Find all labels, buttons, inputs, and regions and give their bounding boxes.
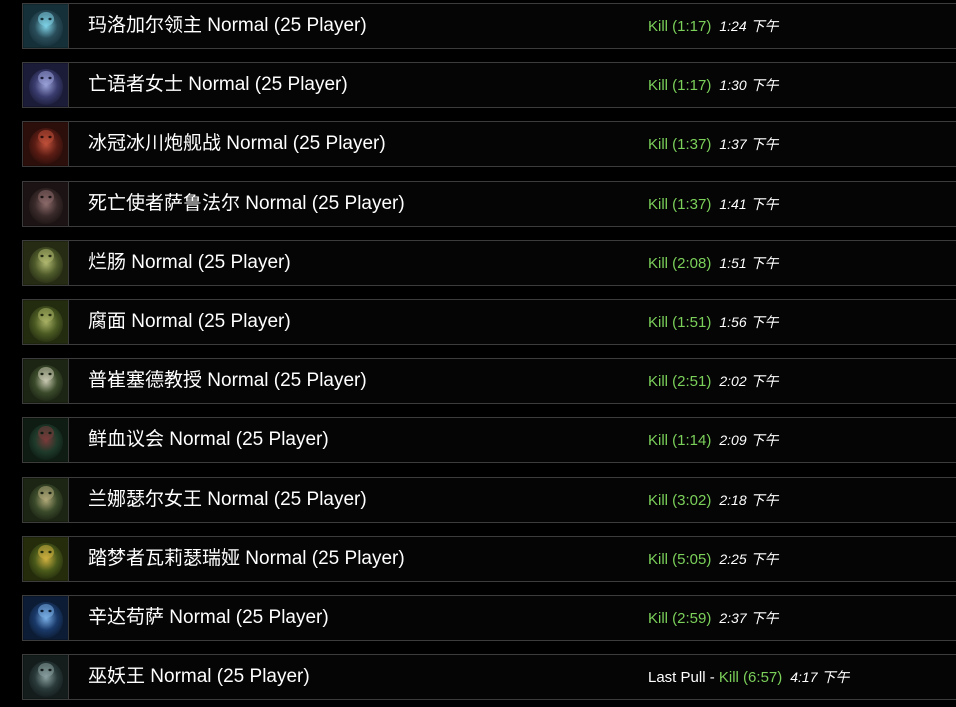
encounter-row[interactable]: 烂肠 Normal (25 Player) Kill (2:08) 1:51 下午: [22, 240, 956, 286]
kill-result: Kill (1:17): [648, 77, 712, 94]
encounter-status: Kill (1:37) 1:37 下午: [648, 122, 779, 166]
kill-timestamp: 2:18 下午: [719, 492, 779, 508]
encounter-status: Kill (3:02) 2:18 下午: [648, 478, 779, 522]
encounter-row[interactable]: 踏梦者瓦莉瑟瑞娅 Normal (25 Player) Kill (5:05) 2:…: [22, 536, 956, 582]
encounter-row[interactable]: 兰娜瑟尔女王 Normal (25 Player) Kill (3:02) 2:18…: [22, 477, 956, 523]
encounter-name[interactable]: 鲜血议会 Normal (25 Player): [88, 418, 329, 462]
encounter-status: Kill (1:17) 1:24 下午: [648, 4, 779, 48]
last-pull-label: Last Pull: [648, 669, 706, 686]
kill-result: Kill (1:51): [648, 314, 712, 331]
kill-result: Kill (1:17): [648, 18, 712, 35]
encounter-name[interactable]: 冰冠冰川炮舰战 Normal (25 Player): [88, 122, 386, 166]
kill-result: Kill (2:51): [648, 373, 712, 390]
encounter-name[interactable]: 烂肠 Normal (25 Player): [88, 241, 291, 285]
encounter-row[interactable]: 腐面 Normal (25 Player) Kill (1:51) 1:56 下午: [22, 299, 956, 345]
encounter-name[interactable]: 腐面 Normal (25 Player): [88, 300, 291, 344]
encounter-name[interactable]: 亡语者女士 Normal (25 Player): [88, 63, 348, 107]
kill-timestamp: 2:25 下午: [719, 551, 779, 567]
encounter-row[interactable]: 冰冠冰川炮舰战 Normal (25 Player) Kill (1:37) 1:3…: [22, 121, 956, 167]
kill-timestamp: 1:24 下午: [719, 18, 779, 34]
encounter-status: Last Pull - Kill (6:57) 4:17 下午: [648, 655, 849, 699]
boss-portrait-icon: [23, 359, 69, 403]
kill-result: Kill (1:37): [648, 196, 712, 213]
kill-timestamp: 1:37 下午: [719, 136, 779, 152]
boss-portrait-icon: [23, 63, 69, 107]
encounter-row[interactable]: 亡语者女士 Normal (25 Player) Kill (1:17) 1:30 …: [22, 62, 956, 108]
boss-portrait-icon: [23, 182, 69, 226]
kill-result: Kill (1:14): [648, 432, 712, 449]
kill-result: Kill (2:59): [648, 610, 712, 627]
encounter-status: Kill (2:59) 2:37 下午: [648, 596, 779, 640]
encounter-name[interactable]: 踏梦者瓦莉瑟瑞娅 Normal (25 Player): [88, 537, 405, 581]
kill-timestamp: 2:09 下午: [719, 432, 779, 448]
kill-timestamp: 2:02 下午: [719, 373, 779, 389]
boss-portrait-icon: [23, 655, 69, 699]
encounter-status: Kill (1:14) 2:09 下午: [648, 418, 779, 462]
kill-result: Kill (6:57): [718, 669, 783, 686]
encounter-status: Kill (2:51) 2:02 下午: [648, 359, 779, 403]
kill-result: Kill (2:08): [648, 255, 712, 272]
encounter-name[interactable]: 辛达苟萨 Normal (25 Player): [88, 596, 329, 640]
encounter-status: Kill (1:37) 1:41 下午: [648, 182, 779, 226]
kill-timestamp: 4:17 下午: [790, 669, 850, 685]
boss-portrait-icon: [23, 4, 69, 48]
kill-timestamp: 2:37 下午: [719, 610, 779, 626]
encounter-row[interactable]: 巫妖王 Normal (25 Player) Last Pull - Kill (…: [22, 654, 956, 700]
kill-timestamp: 1:30 下午: [719, 77, 779, 93]
kill-result: Kill (1:37): [648, 136, 712, 153]
kill-result: Kill (5:05): [648, 551, 712, 568]
boss-portrait-icon: [23, 122, 69, 166]
kill-timestamp: 1:41 下午: [719, 196, 779, 212]
encounter-name[interactable]: 巫妖王 Normal (25 Player): [88, 655, 310, 699]
encounter-row[interactable]: 鲜血议会 Normal (25 Player) Kill (1:14) 2:09 下…: [22, 417, 956, 463]
encounter-row[interactable]: 辛达苟萨 Normal (25 Player) Kill (2:59) 2:37 下…: [22, 595, 956, 641]
kill-result: Kill (3:02): [648, 492, 712, 509]
status-separator: -: [705, 669, 719, 686]
encounter-row[interactable]: 普崔塞德教授 Normal (25 Player) Kill (2:51) 2:02…: [22, 358, 956, 404]
boss-portrait-icon: [23, 537, 69, 581]
encounter-status: Kill (2:08) 1:51 下午: [648, 241, 779, 285]
encounter-name[interactable]: 普崔塞德教授 Normal (25 Player): [88, 359, 367, 403]
boss-portrait-icon: [23, 300, 69, 344]
encounter-row[interactable]: 玛洛加尔领主 Normal (25 Player) Kill (1:17) 1:24…: [22, 3, 956, 49]
boss-portrait-icon: [23, 478, 69, 522]
kill-timestamp: 1:56 下午: [719, 314, 779, 330]
encounter-name[interactable]: 死亡使者萨鲁法尔 Normal (25 Player): [88, 182, 405, 226]
encounter-name[interactable]: 玛洛加尔领主 Normal (25 Player): [88, 4, 367, 48]
boss-portrait-icon: [23, 596, 69, 640]
kill-timestamp: 1:51 下午: [719, 255, 779, 271]
encounter-status: Kill (1:51) 1:56 下午: [648, 300, 779, 344]
encounter-status: Kill (1:17) 1:30 下午: [648, 63, 779, 107]
boss-portrait-icon: [23, 241, 69, 285]
boss-portrait-icon: [23, 418, 69, 462]
encounter-row[interactable]: 死亡使者萨鲁法尔 Normal (25 Player) Kill (1:37) 1:…: [22, 181, 956, 227]
encounter-name[interactable]: 兰娜瑟尔女王 Normal (25 Player): [88, 478, 367, 522]
encounter-status: Kill (5:05) 2:25 下午: [648, 537, 779, 581]
